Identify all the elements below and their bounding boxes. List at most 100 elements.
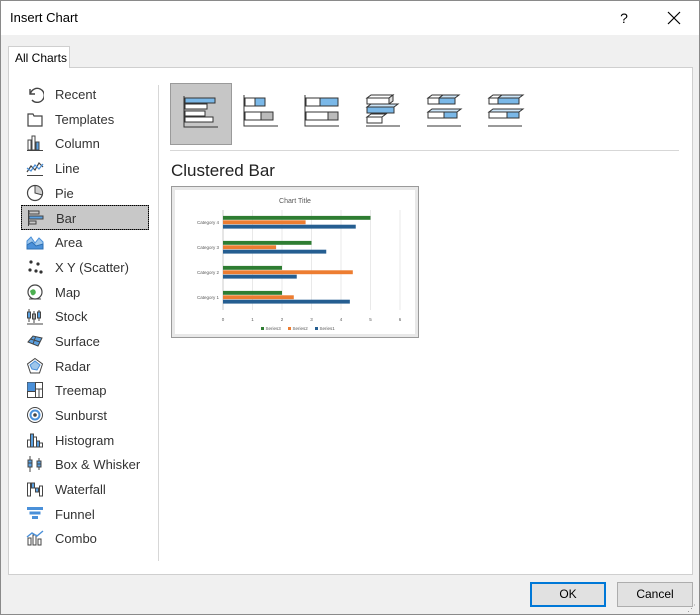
sidebar-item-label: Pie [55,185,74,201]
tab-all-charts[interactable]: All Charts [8,46,70,68]
sidebar-item-area[interactable]: Area [21,230,149,255]
column-chart-icon [27,135,43,152]
sidebar-item-label: Bar [56,211,77,227]
preview-chart: Chart Title 0 1 2 3 4 5 6 Category 1 Category 2 Ca… [197,198,402,331]
chart-preview-canvas: Chart Title 0 1 2 3 4 5 6 Category 1 Category 2 Ca… [175,190,415,334]
sidebar-item-treemap[interactable]: Treemap [21,378,149,403]
cancel-button[interactable]: Cancel [617,582,693,607]
sidebar-item-funnel[interactable]: Funnel [21,502,149,527]
divider [158,85,159,561]
chart-preview[interactable]: Chart Title 0 1 2 3 4 5 6 Category 1 Category 2 Ca… [171,186,419,338]
bar-series2-category-1 [223,295,294,300]
category-label: Category 1 [197,295,220,300]
combo-chart-icon [26,530,44,546]
chart-panel: Recent Templates Column Line Pie Bar Area X Y (… [8,67,693,575]
radar-chart-icon [26,357,44,374]
sunburst-chart-icon [27,406,43,423]
x-tick-label: 2 [281,317,284,322]
sidebar-item-label: Waterfall [55,482,106,497]
sidebar-item-box-whisker[interactable]: Box & Whisker [21,452,149,477]
x-tick-label: 4 [340,317,343,322]
bar-series1-category-1 [223,299,350,304]
sidebar-item-histogram[interactable]: Histogram [21,428,149,453]
sidebar-item-column[interactable]: Column [21,131,149,156]
sidebar-item-map[interactable]: Map [21,280,149,305]
sidebar-item-label: Combo [55,531,97,547]
bar-series2-category-3 [223,245,277,250]
bar-series3-category-3 [223,240,312,245]
subtype-3d-clustered-bar-button[interactable] [353,83,415,145]
bar-series2-category-4 [223,220,306,225]
sidebar-item-label: Radar [55,358,91,374]
x-tick-label: 6 [399,317,402,322]
legend-swatch-series1 [315,327,318,330]
insert-chart-dialog: Insert Chart ? All Charts Recent Template… [0,0,700,615]
sidebar-item-sunburst[interactable]: Sunburst [21,403,149,428]
sidebar-item-waterfall[interactable]: Waterfall [21,477,149,502]
sidebar-item-surface[interactable]: Surface [21,329,149,354]
chart-type-list: Recent Templates Column Line Pie Bar Area X Y (… [21,82,149,551]
sidebar-item-combo[interactable]: Combo [21,526,149,551]
sidebar-item-label: Templates [55,111,115,127]
pie-chart-icon [26,184,44,201]
area-chart-icon [26,236,44,250]
subtype-3d-stacked-bar-button[interactable] [414,83,476,145]
sidebar-item-label: Column [55,136,100,152]
histogram-chart-icon [27,433,43,448]
subtype-clustered-bar-button[interactable] [170,83,232,145]
ok-button[interactable]: OK [530,582,606,607]
x-tick-label: 3 [310,317,313,322]
sidebar-item-label: Funnel [55,506,95,522]
x-tick-label: 0 [222,317,225,322]
clustered-bar-icon [183,96,218,128]
sidebar-item-stock[interactable]: Stock [21,304,149,329]
bar-series1-category-2 [223,274,297,279]
chart-title: Chart Title [279,198,311,205]
bar-series2-category-2 [223,270,353,275]
legend-swatch-series3 [261,327,264,330]
sidebar-item-radar[interactable]: Radar [21,354,149,379]
sidebar-item-recent[interactable]: Recent [21,82,149,107]
treemap-chart-icon [27,382,43,399]
sidebar-item-label: X Y (Scatter) [55,259,129,275]
sidebar-item-x-y-scatter[interactable]: X Y (Scatter) [21,255,149,280]
bar-series1-category-4 [223,224,356,229]
close-icon [667,11,681,25]
sidebar-item-label: Surface [55,333,100,349]
bar-series3-category-2 [223,265,282,270]
sidebar-item-label: Stock [55,309,88,325]
sidebar-item-pie[interactable]: Pie [21,181,149,206]
recent-icon [29,87,44,103]
sidebar-item-label: Recent [55,87,97,102]
3d-clustered-bar-icon [365,94,400,127]
subtype-name: Clustered Bar [171,161,275,180]
legend-entry-series2: Series2 [293,326,309,331]
x-tick-label: 5 [369,317,372,322]
subtype-stacked-bar-button[interactable] [231,83,293,145]
dialog-title: Insert Chart [10,10,78,25]
subtype-3d-100-stacked-bar-button[interactable] [475,83,537,145]
100-stacked-bar-icon [304,95,339,127]
sidebar-item-line[interactable]: Line [21,156,149,181]
map-chart-icon [27,283,43,300]
help-button[interactable]: ? [603,1,645,35]
stock-chart-icon [27,309,43,325]
title-bar: Insert Chart ? [1,1,699,35]
funnel-chart-icon [27,506,43,519]
sidebar-item-bar[interactable]: Bar [21,205,149,231]
sidebar-item-label: Map [55,284,81,300]
category-label: Category 3 [197,245,220,250]
surface-chart-icon [27,335,43,347]
stacked-bar-icon [243,95,278,127]
sidebar-item-label: Histogram [55,432,115,448]
category-label: Category 4 [197,220,220,225]
sidebar-item-label: Area [55,235,83,251]
sidebar-item-label: Treemap [55,383,107,399]
sidebar-item-templates[interactable]: Templates [21,107,149,132]
subtype-100-stacked-bar-button[interactable] [292,83,354,145]
bar-chart-icon [28,210,44,227]
scatter-chart-icon [28,260,43,274]
close-button[interactable] [651,1,697,35]
resize-grip[interactable]: ⋰ [687,603,696,614]
waterfall-chart-icon [27,482,43,497]
